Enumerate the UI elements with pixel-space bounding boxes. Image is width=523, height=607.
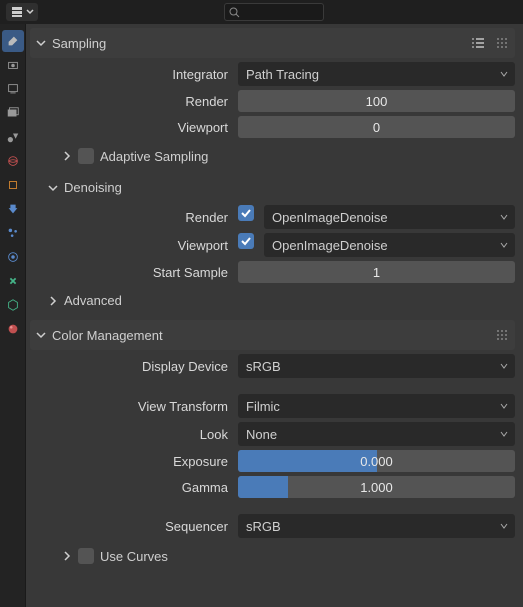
sequencer-select[interactable]: sRGB xyxy=(238,514,515,538)
top-toolbar xyxy=(0,0,523,24)
adaptive-sampling-checkbox[interactable] xyxy=(78,148,94,164)
tab-tool[interactable] xyxy=(2,30,24,52)
panel-title: Use Curves xyxy=(100,549,511,564)
panel-title: Denoising xyxy=(64,180,511,195)
integrator-select[interactable]: Path Tracing xyxy=(238,62,515,86)
select-value: Path Tracing xyxy=(246,67,319,82)
select-value: OpenImageDenoise xyxy=(272,238,388,253)
tab-data[interactable] xyxy=(2,294,24,316)
look-label: Look xyxy=(30,427,238,442)
tab-scene[interactable] xyxy=(2,126,24,148)
exposure-label: Exposure xyxy=(30,454,238,469)
display-device-label: Display Device xyxy=(30,359,238,374)
panel-advanced-header[interactable]: Advanced xyxy=(30,287,515,314)
panel-adaptive-sampling-header[interactable]: Adaptive Sampling xyxy=(30,142,515,170)
select-value: None xyxy=(246,427,277,442)
exposure-slider[interactable]: 0.000 xyxy=(238,450,515,472)
render-samples-field[interactable]: 100 xyxy=(238,90,515,112)
chevron-down-icon xyxy=(499,238,509,253)
denoise-render-label: Render xyxy=(30,210,238,225)
gamma-label: Gamma xyxy=(30,480,238,495)
chevron-down-icon xyxy=(34,328,48,342)
denoise-viewport-checkbox[interactable] xyxy=(238,233,254,249)
denoise-viewport-select[interactable]: OpenImageDenoise xyxy=(264,233,515,257)
panel-use-curves-header[interactable]: Use Curves xyxy=(30,542,515,570)
properties-content: Sampling Integrator Path Tracing Render … xyxy=(26,24,523,607)
tab-viewlayer[interactable] xyxy=(2,102,24,124)
use-curves-checkbox[interactable] xyxy=(78,548,94,564)
viewport-samples-label: Viewport xyxy=(30,120,238,135)
start-sample-label: Start Sample xyxy=(30,265,238,280)
look-select[interactable]: None xyxy=(238,422,515,446)
properties-icon xyxy=(10,5,24,19)
start-sample-field[interactable]: 1 xyxy=(238,261,515,283)
chevron-right-icon xyxy=(60,549,74,563)
chevron-down-icon xyxy=(499,519,509,534)
tab-output[interactable] xyxy=(2,78,24,100)
tab-modifiers[interactable] xyxy=(2,198,24,220)
select-value: Filmic xyxy=(246,399,280,414)
tab-render[interactable] xyxy=(2,54,24,76)
editor-type-selector[interactable] xyxy=(6,3,38,21)
search-icon xyxy=(229,7,240,18)
tab-particles[interactable] xyxy=(2,222,24,244)
chevron-down-icon xyxy=(46,181,60,195)
denoise-render-select[interactable]: OpenImageDenoise xyxy=(264,205,515,229)
sequencer-label: Sequencer xyxy=(30,519,238,534)
preset-list-icon[interactable] xyxy=(469,34,487,52)
chevron-down-icon xyxy=(34,36,48,50)
panel-title: Adaptive Sampling xyxy=(100,149,511,164)
select-value: OpenImageDenoise xyxy=(272,210,388,225)
select-value: sRGB xyxy=(246,359,281,374)
view-transform-label: View Transform xyxy=(30,399,238,414)
chevron-down-icon xyxy=(499,399,509,414)
select-value: sRGB xyxy=(246,519,281,534)
tab-constraints[interactable] xyxy=(2,270,24,292)
chevron-down-icon xyxy=(499,67,509,82)
gamma-slider[interactable]: 1.000 xyxy=(238,476,515,498)
display-device-select[interactable]: sRGB xyxy=(238,354,515,378)
denoise-viewport-label: Viewport xyxy=(30,238,238,253)
viewport-samples-field[interactable]: 0 xyxy=(238,116,515,138)
tab-material[interactable] xyxy=(2,318,24,340)
tab-world[interactable] xyxy=(2,150,24,172)
panel-title: Advanced xyxy=(64,293,511,308)
chevron-down-icon xyxy=(26,8,34,16)
search-input[interactable] xyxy=(224,3,324,21)
grip-icon[interactable] xyxy=(493,326,511,344)
panel-denoising-header[interactable]: Denoising xyxy=(30,174,515,201)
tab-physics[interactable] xyxy=(2,246,24,268)
chevron-down-icon xyxy=(499,359,509,374)
chevron-down-icon xyxy=(499,427,509,442)
chevron-right-icon xyxy=(60,149,74,163)
chevron-right-icon xyxy=(46,294,60,308)
panel-title: Sampling xyxy=(52,36,469,51)
panel-color-management-header[interactable]: Color Management xyxy=(30,320,515,350)
context-tabs xyxy=(0,24,26,607)
render-samples-label: Render xyxy=(30,94,238,109)
tab-object[interactable] xyxy=(2,174,24,196)
view-transform-select[interactable]: Filmic xyxy=(238,394,515,418)
grip-icon[interactable] xyxy=(493,34,511,52)
denoise-render-checkbox[interactable] xyxy=(238,205,254,221)
integrator-label: Integrator xyxy=(30,67,238,82)
panel-sampling-header[interactable]: Sampling xyxy=(30,28,515,58)
panel-title: Color Management xyxy=(52,328,493,343)
chevron-down-icon xyxy=(499,210,509,225)
